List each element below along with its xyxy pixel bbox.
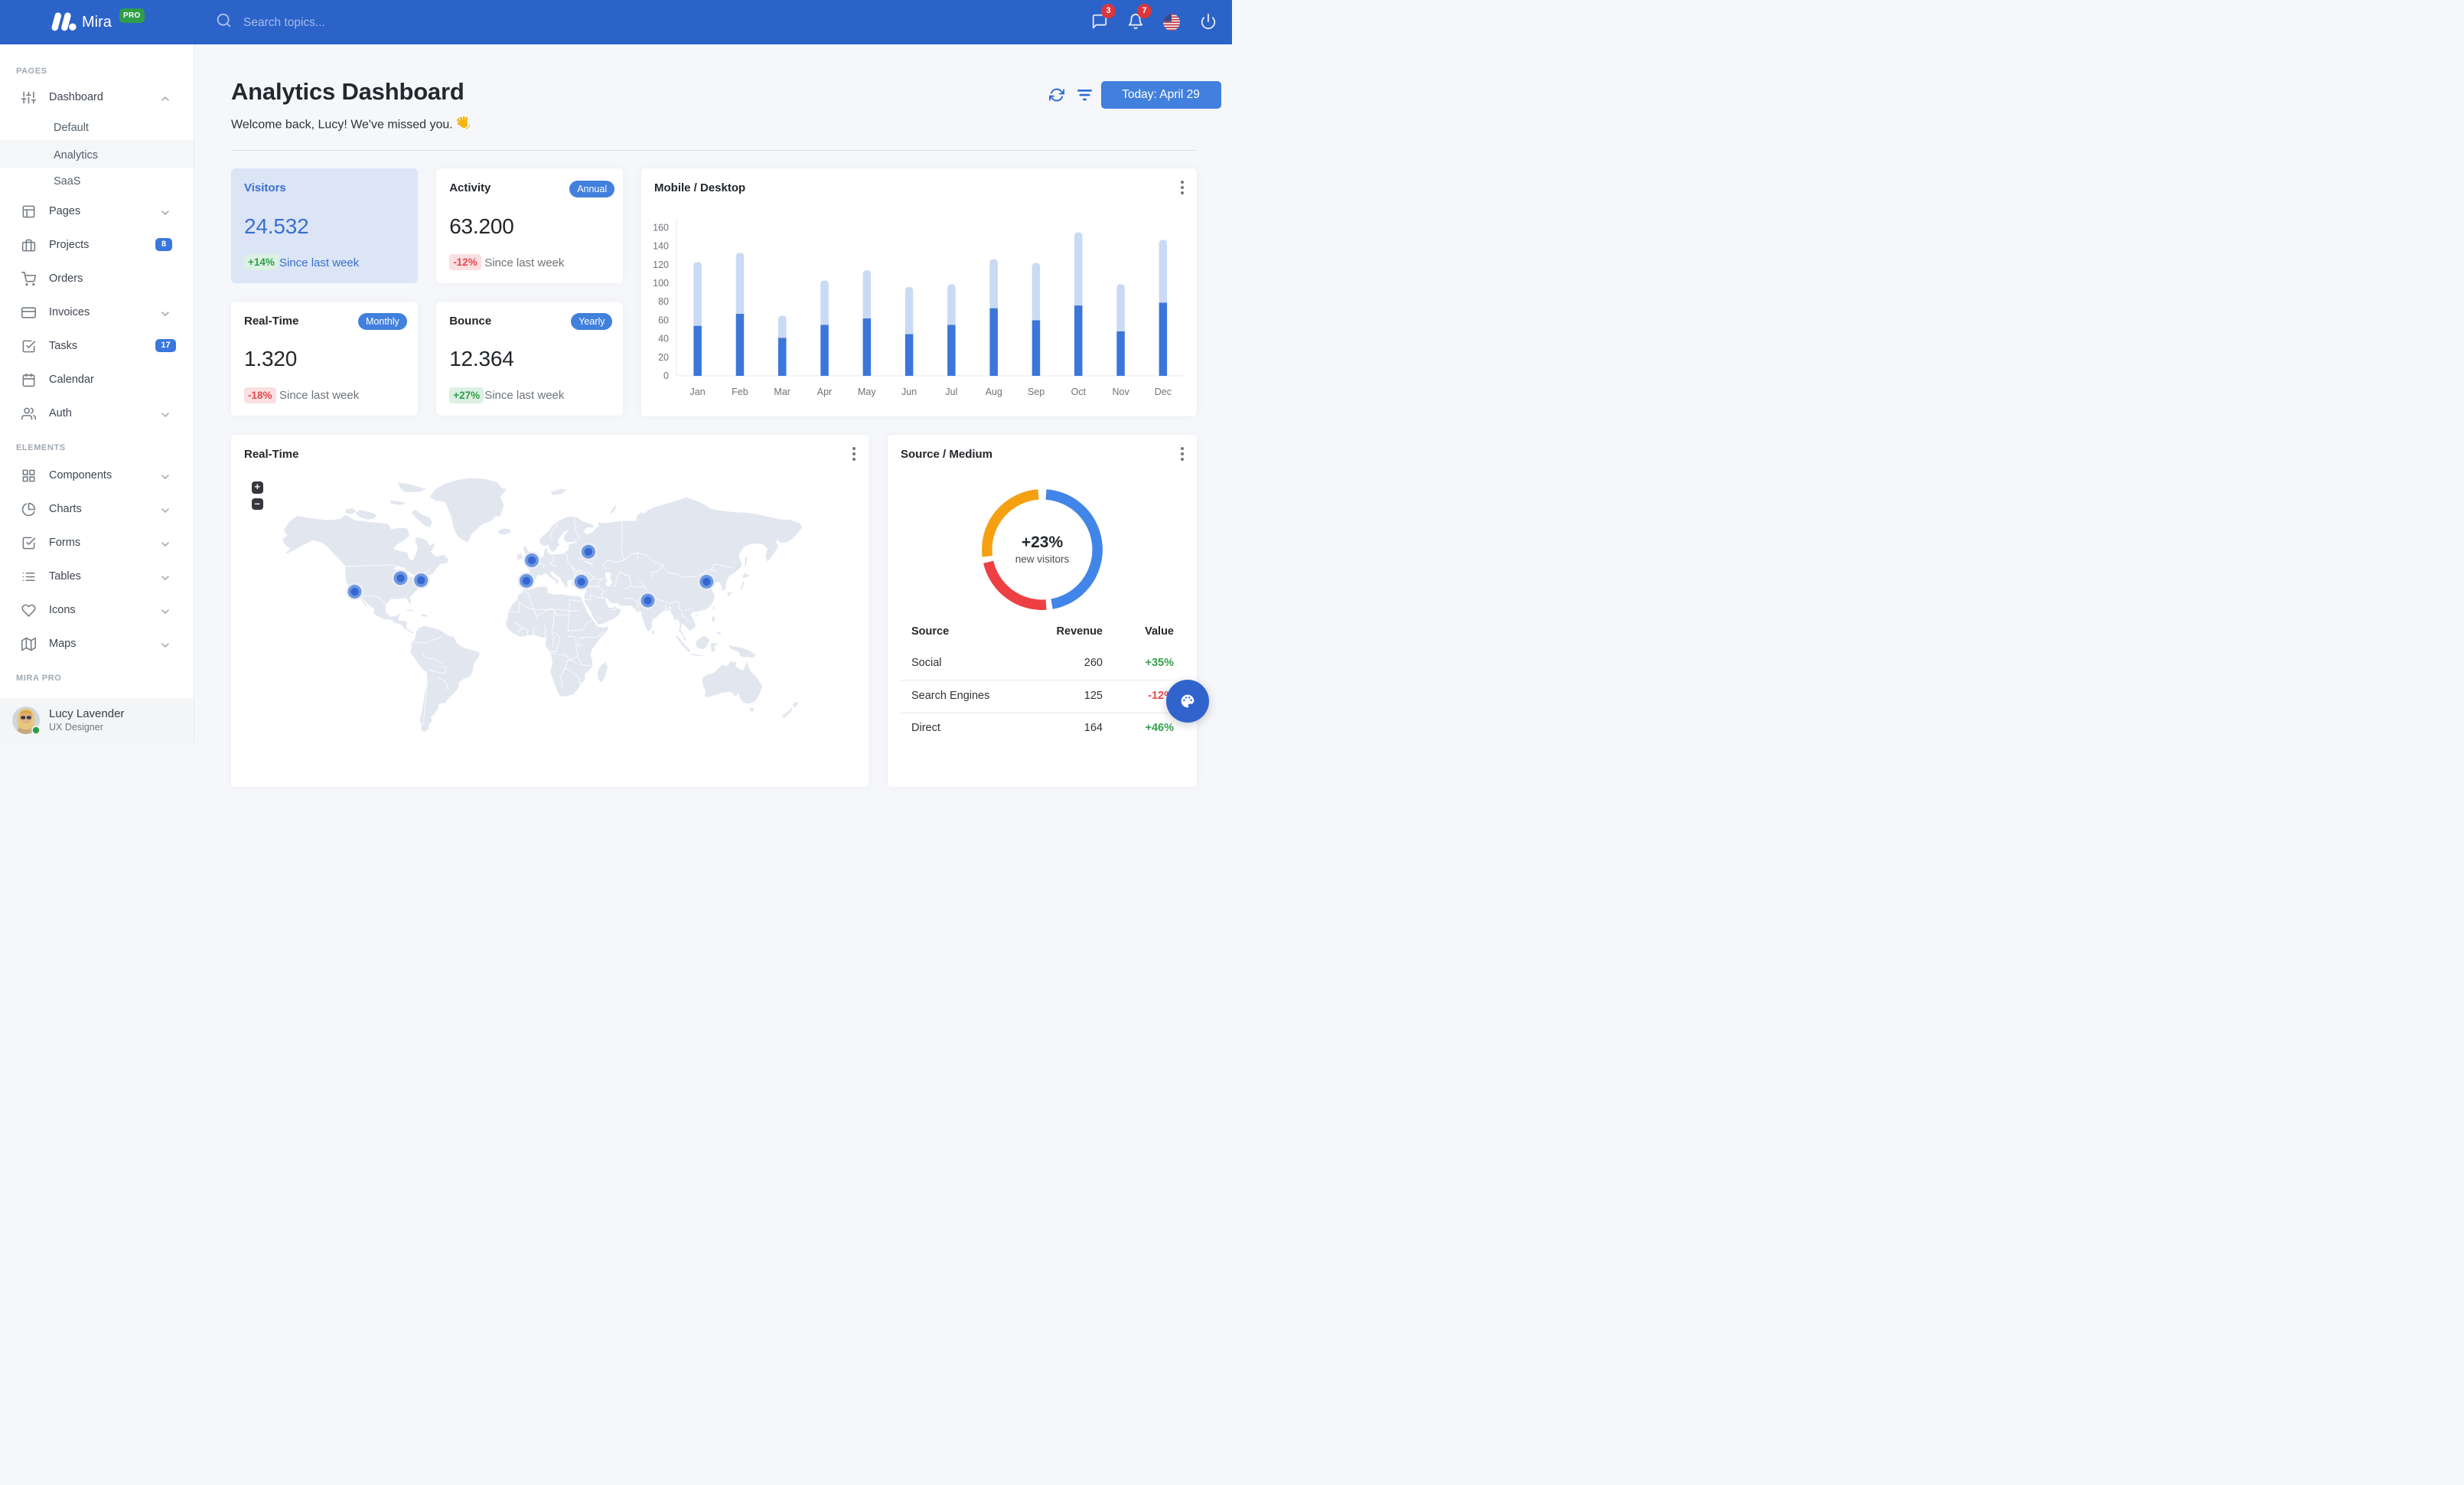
svg-text:60: 60 [658, 315, 669, 325]
svg-text:Apr: Apr [817, 387, 832, 397]
svg-text:Aug: Aug [986, 387, 1002, 397]
svg-text:140: 140 [653, 241, 669, 252]
svg-text:Oct: Oct [1071, 387, 1087, 397]
svg-text:Jan: Jan [690, 387, 706, 397]
svg-text:Jul: Jul [945, 387, 957, 397]
svg-text:160: 160 [653, 223, 669, 233]
svg-text:20: 20 [658, 352, 669, 363]
svg-text:Dec: Dec [1155, 387, 1172, 397]
svg-text:Nov: Nov [1112, 387, 1129, 397]
svg-text:Feb: Feb [732, 387, 748, 397]
svg-text:100: 100 [653, 278, 669, 289]
svg-text:Jun: Jun [901, 387, 917, 397]
svg-text:Mar: Mar [774, 387, 790, 397]
svg-text:40: 40 [658, 334, 669, 344]
svg-text:120: 120 [653, 259, 669, 270]
svg-text:0: 0 [663, 370, 669, 381]
svg-text:80: 80 [658, 296, 669, 307]
svg-text:Sep: Sep [1028, 387, 1045, 397]
svg-text:May: May [858, 387, 876, 397]
